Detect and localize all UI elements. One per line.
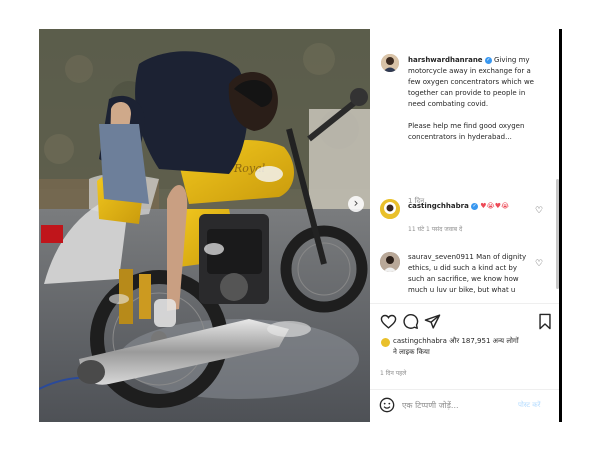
verified-icon: ✓ bbox=[484, 56, 492, 64]
comment-form: एक टिप्पणी जोड़ें... पोस्ट करें bbox=[370, 395, 559, 417]
likes-count-text[interactable]: और 187,951 अन्य लोगों bbox=[447, 337, 518, 345]
comment-item: saurav_seven0911 Man of dignity ethics, … bbox=[370, 249, 559, 309]
comment-line-3: such an sacrifice, we know how bbox=[408, 275, 519, 283]
author-avatar-image bbox=[381, 54, 399, 72]
action-bar bbox=[370, 311, 559, 333]
motorcycle-wash-image: Royal bbox=[39, 29, 370, 422]
comment-item: castingchhabra ✓ ♥😭♥😭 11 घंटे 1 पसंद जवा… bbox=[370, 196, 559, 236]
verified-icon: ✓ bbox=[471, 202, 479, 210]
comment-line-1: Man of dignity bbox=[476, 253, 527, 261]
carousel-next-button[interactable]: › bbox=[348, 196, 364, 212]
comment-line-2: ethics, u did such a kind act by bbox=[408, 264, 518, 272]
comment-text: castingchhabra ✓ ♥😭♥😭 bbox=[408, 201, 509, 212]
post-photo[interactable]: Royal › bbox=[39, 29, 370, 422]
post-time[interactable]: 1 दिन पहले bbox=[380, 368, 406, 379]
author-avatar[interactable] bbox=[381, 54, 399, 72]
liker-username[interactable]: castingchhabra bbox=[393, 337, 447, 345]
comment-meta[interactable]: 11 घंटे 1 पसंद जवाब दें bbox=[408, 224, 462, 235]
caption-line-8: concentrators in hyderabad... bbox=[408, 133, 512, 141]
chevron-right-icon: › bbox=[353, 196, 359, 210]
carousel-dots bbox=[189, 413, 199, 422]
commenter-avatar-image bbox=[380, 252, 400, 272]
comment-line-4: much u luv ur bike, but what u bbox=[408, 286, 516, 294]
caption-line-3: few oxygen concentrators which we bbox=[408, 78, 534, 86]
likes-text-line-2: ने लाइक किया bbox=[393, 348, 430, 356]
commenter-avatar[interactable] bbox=[380, 252, 400, 272]
comment-icon[interactable] bbox=[402, 313, 419, 330]
heart-icon[interactable] bbox=[380, 313, 397, 330]
likes-text[interactable]: castingchhabra और 187,951 अन्य लोगों ने … bbox=[393, 336, 553, 358]
post-side-panel: harshwardhanrane ✓ Giving my motorcycle … bbox=[370, 29, 559, 422]
caption-line-5: need combating covid. bbox=[408, 100, 489, 108]
comment-emojis: ♥😭♥😭 bbox=[480, 202, 510, 210]
caption-line-2: motorcycle away in exchange for a bbox=[408, 67, 531, 75]
comment-input[interactable]: एक टिप्पणी जोड़ें... bbox=[402, 400, 512, 411]
comment-username[interactable]: saurav_seven0911 bbox=[408, 253, 474, 261]
divider bbox=[370, 389, 559, 390]
emoji-icon[interactable] bbox=[379, 397, 395, 413]
post-comment-button[interactable]: पोस्ट करें bbox=[518, 400, 541, 411]
caption-block: harshwardhanrane ✓ Giving my motorcycle … bbox=[370, 52, 559, 205]
commenter-avatar-image bbox=[380, 199, 400, 219]
liker-avatar[interactable] bbox=[381, 338, 390, 347]
heart-icon[interactable]: ♡ bbox=[535, 206, 543, 216]
comment-username[interactable]: castingchhabra bbox=[408, 202, 469, 210]
heart-icon[interactable]: ♡ bbox=[535, 259, 543, 269]
caption-text: harshwardhanrane ✓ Giving my motorcycle … bbox=[408, 55, 558, 143]
caption-line-7: Please help me find good oxygen bbox=[408, 122, 525, 130]
commenter-avatar[interactable] bbox=[380, 199, 400, 219]
comments-scrollbar[interactable] bbox=[556, 179, 559, 289]
share-icon[interactable] bbox=[424, 313, 441, 330]
author-username[interactable]: harshwardhanrane bbox=[408, 56, 483, 64]
caption-line-4: together can provide to people in bbox=[408, 89, 526, 97]
caption-line-1: Giving my bbox=[494, 56, 530, 64]
divider bbox=[370, 303, 559, 304]
bookmark-icon[interactable] bbox=[537, 313, 553, 330]
comment-text: saurav_seven0911 Man of dignity ethics, … bbox=[408, 252, 548, 296]
